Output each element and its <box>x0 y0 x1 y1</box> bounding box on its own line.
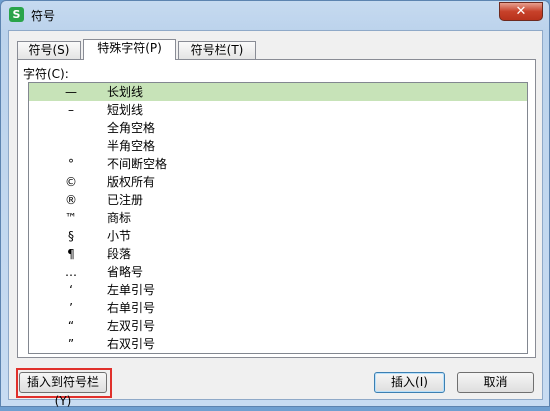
dialog-title: 符号 <box>31 9 56 23</box>
tab-symbol-bar[interactable]: 符号栏(T) <box>178 41 256 59</box>
list-item[interactable]: ® 已注册 <box>29 191 527 209</box>
symbol-name: 半角空格 <box>107 139 156 153</box>
symbol-name: 已注册 <box>107 193 144 207</box>
symbol-name: 左单引号 <box>107 283 156 297</box>
symbol-glyph: © <box>65 175 77 189</box>
title-bar[interactable]: S 符号 ✕ <box>1 1 549 29</box>
symbol-name: 全角空格 <box>107 121 156 135</box>
symbol-name: 右单引号 <box>107 301 156 315</box>
symbol-glyph: ™ <box>65 211 77 225</box>
list-item[interactable]: § 小节 <box>29 227 527 245</box>
symbol-name: 版权所有 <box>107 175 156 189</box>
cancel-button[interactable]: 取消 <box>457 372 534 393</box>
list-item[interactable]: – 短划线 <box>29 101 527 119</box>
list-item[interactable]: ™ 商标 <box>29 209 527 227</box>
symbol-glyph: ’ <box>69 301 73 315</box>
insert-button[interactable]: 插入(I) <box>374 372 445 393</box>
close-button[interactable]: ✕ <box>499 2 543 21</box>
list-item[interactable]: ‘ 左单引号 <box>29 281 527 299</box>
symbol-name: 段落 <box>107 247 132 261</box>
dialog-body: 符号(S) 特殊字符(P) 符号栏(T) 字符(C): — 长划线 – 短划线全角空格… <box>8 30 543 408</box>
list-item[interactable]: ’ 右单引号 <box>29 299 527 317</box>
symbol-glyph: ‘ <box>69 283 73 297</box>
insert-to-symbol-bar-button[interactable]: 插入到符号栏(Y) <box>19 372 107 408</box>
tab-symbols[interactable]: 符号(S) <box>17 41 81 59</box>
list-item[interactable]: — 长划线 <box>29 83 527 101</box>
symbol-glyph: “ <box>67 319 75 333</box>
list-item[interactable]: ¶ 段落 <box>29 245 527 263</box>
symbol-name: 小节 <box>107 229 132 243</box>
list-item[interactable]: ° 不间断空格 <box>29 155 527 173</box>
symbol-dialog: S 符号 ✕ 符号(S) 特殊字符(P) 符号栏(T) 字符(C): — 长划线 –… <box>0 0 550 408</box>
symbol-glyph: … <box>65 265 77 279</box>
list-item[interactable]: ” 右双引号 <box>29 335 527 353</box>
close-icon: ✕ <box>515 4 527 19</box>
symbol-glyph: – <box>68 103 74 117</box>
characters-label: 字符(C): <box>23 67 69 81</box>
list-item[interactable]: 全角空格 <box>29 119 527 137</box>
symbol-glyph: ” <box>67 337 75 351</box>
symbol-glyph: — <box>65 85 77 99</box>
symbol-name: 左双引号 <box>107 319 156 333</box>
symbol-name: 不间断空格 <box>107 157 168 171</box>
special-characters-panel: 字符(C): — 长划线 – 短划线全角空格半角空格 ° 不间断空格 © 版权所有 ® 已注册 ™ 商… <box>17 59 536 358</box>
symbol-glyph: ® <box>65 193 77 207</box>
list-item[interactable]: … 省略号 <box>29 263 527 281</box>
character-list[interactable]: — 长划线 – 短划线全角空格半角空格 ° 不间断空格 © 版权所有 ® 已注册 ™ 商标 § 小节 ¶ 段落… <box>28 82 528 354</box>
symbol-name: 商标 <box>107 211 132 225</box>
wps-app-icon: S <box>9 7 24 22</box>
tab-special-characters[interactable]: 特殊字符(P) <box>83 39 176 60</box>
symbol-name: 右双引号 <box>107 337 156 351</box>
symbol-name: 长划线 <box>107 85 144 99</box>
list-item[interactable]: 半角空格 <box>29 137 527 155</box>
list-item[interactable]: © 版权所有 <box>29 173 527 191</box>
symbol-glyph: ¶ <box>67 247 75 261</box>
symbol-glyph: ° <box>68 157 74 171</box>
symbol-name: 短划线 <box>107 103 144 117</box>
list-item[interactable]: “ 左双引号 <box>29 317 527 335</box>
symbol-name: 省略号 <box>107 265 144 279</box>
symbol-glyph: § <box>68 229 74 243</box>
